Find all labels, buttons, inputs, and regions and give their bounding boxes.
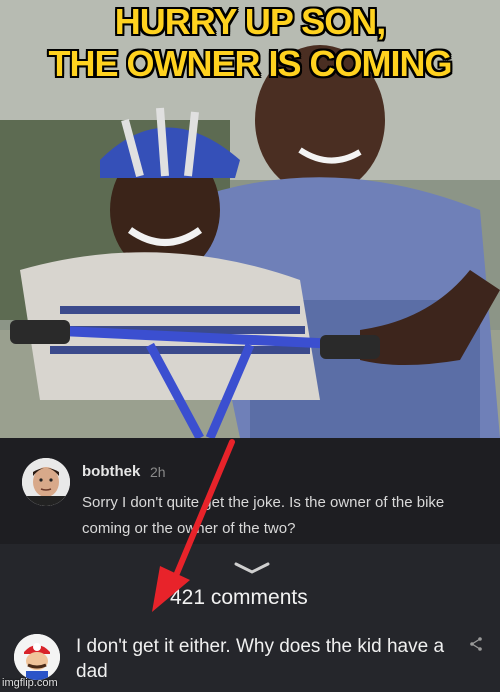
comment-timestamp: 2h [150, 464, 166, 480]
reply-avatar[interactable] [14, 634, 60, 680]
meme-caption-line2: THE OWNER IS COMING [48, 43, 453, 84]
comment-username[interactable]: bobthek [82, 463, 140, 480]
comment-panel: bobthek 2h Sorry I don't quite get the j… [0, 438, 500, 544]
comment-count[interactable]: 421 comments [170, 586, 308, 610]
reply-text: I don't get it either. Why does the kid … [76, 636, 445, 682]
comment-text: Sorry I don't quite get the joke. Is the… [82, 494, 445, 537]
avatar[interactable] [22, 458, 70, 506]
share-icon[interactable] [468, 636, 484, 652]
user-avatar-icon [22, 458, 70, 506]
meme-caption-line1: HURRY UP SON, [114, 1, 386, 42]
mario-avatar-icon [14, 634, 60, 680]
watermark: imgflip.com [2, 677, 58, 689]
chevron-down-icon[interactable] [232, 560, 272, 576]
